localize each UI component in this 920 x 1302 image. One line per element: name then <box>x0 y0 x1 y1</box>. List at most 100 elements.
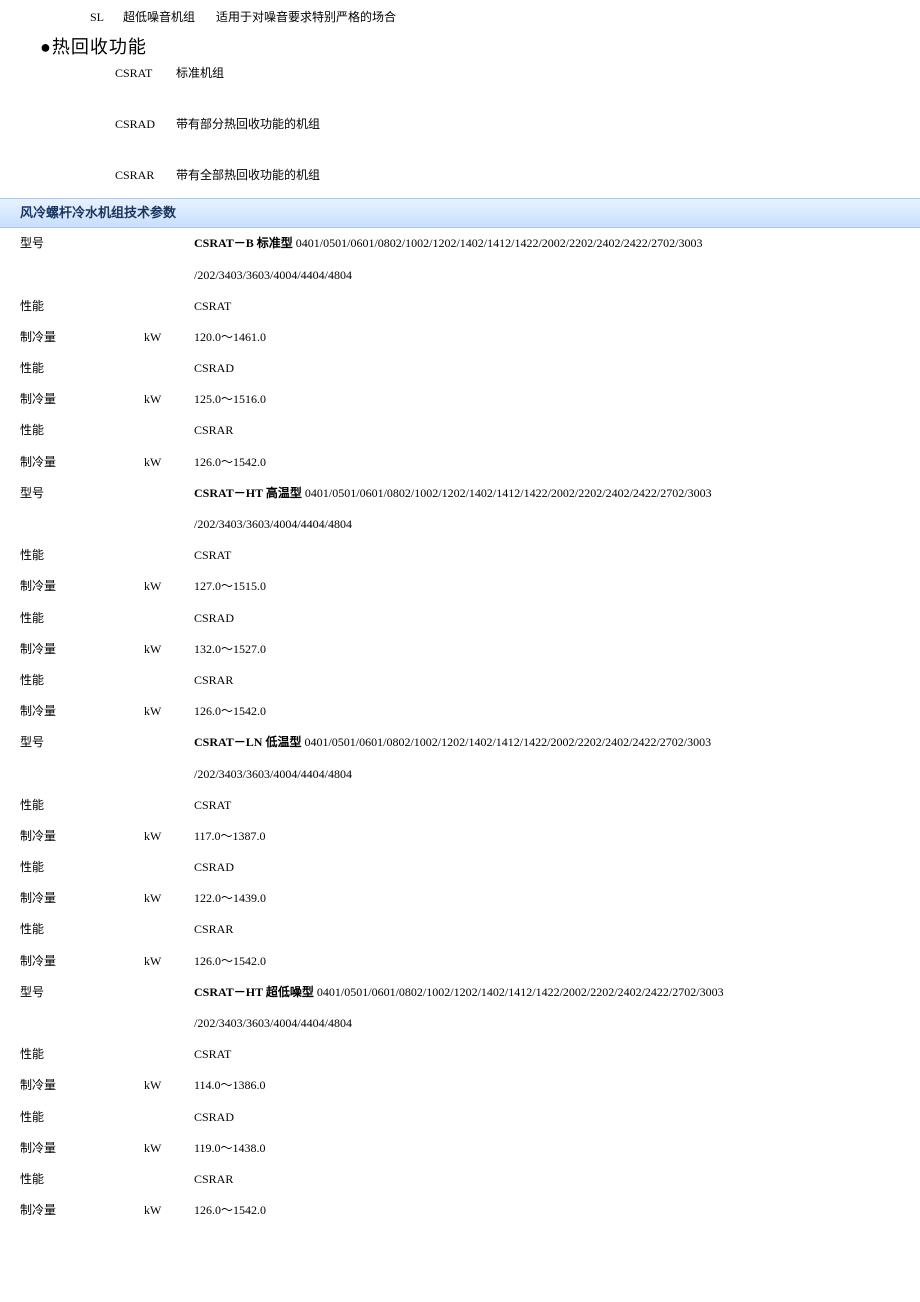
row-unit: kW <box>140 883 190 914</box>
row-value: CSRAR <box>190 665 920 696</box>
row-unit <box>140 291 190 322</box>
row-label: 制冷量 <box>0 634 140 665</box>
row-unit <box>140 665 190 696</box>
recovery-desc: 带有部分热回收功能的机组 <box>176 117 320 131</box>
row-label: 制冷量 <box>0 946 140 977</box>
model-title-line1: CSRAT－LN 低温型 0401/0501/0601/0802/1002/12… <box>190 727 920 758</box>
row-label: 性能 <box>0 353 140 384</box>
model-title-bold: CSRAT－LN 低温型 <box>194 735 301 749</box>
row-label: 性能 <box>0 603 140 634</box>
row-label: 制冷量 <box>0 1070 140 1101</box>
row-value: CSRAD <box>190 353 920 384</box>
row-unit <box>140 415 190 446</box>
row-unit <box>140 603 190 634</box>
row-value: 125.0～1516.0 <box>190 384 920 415</box>
spec-table: 型号 CSRAT－B 标准型 0401/0501/0601/0802/1002/1… <box>0 228 920 1226</box>
row-label: 性能 <box>0 1039 140 1070</box>
unit-cell <box>140 228 190 290</box>
row-unit: kW <box>140 1070 190 1101</box>
row-label: 制冷量 <box>0 447 140 478</box>
model-title-line2: /202/3403/3603/4004/4404/4804 <box>190 759 920 790</box>
model-title-line2: /202/3403/3603/4004/4404/4804 <box>190 509 920 540</box>
row-label: 制冷量 <box>0 384 140 415</box>
row-value: CSRAD <box>190 603 920 634</box>
row-label: 制冷量 <box>0 821 140 852</box>
row-unit: kW <box>140 571 190 602</box>
row-value: 126.0～1542.0 <box>190 696 920 727</box>
row-label: 性能 <box>0 790 140 821</box>
row-value: 120.0～1461.0 <box>190 322 920 353</box>
model-title-line1: CSRAT－B 标准型 0401/0501/0601/0802/1002/120… <box>190 228 920 259</box>
row-unit: kW <box>140 696 190 727</box>
row-label: 性能 <box>0 1164 140 1195</box>
row-label: 性能 <box>0 1102 140 1133</box>
row-value: 119.0～1438.0 <box>190 1133 920 1164</box>
model-title-bold: CSRAT－HT 超低噪型 <box>194 985 314 999</box>
row-unit: kW <box>140 447 190 478</box>
unit-cell <box>140 478 190 540</box>
recovery-desc: 标准机组 <box>176 66 224 80</box>
model-title-line2: /202/3403/3603/4004/4404/4804 <box>190 1008 920 1039</box>
row-value: 126.0～1542.0 <box>190 447 920 478</box>
row-value: 132.0～1527.0 <box>190 634 920 665</box>
heading-text: ●热回收功能 <box>40 37 147 57</box>
row-value: CSRAR <box>190 914 920 945</box>
model-title-line2: /202/3403/3603/4004/4404/4804 <box>190 260 920 291</box>
row-value: CSRAT <box>190 1039 920 1070</box>
row-unit <box>140 1039 190 1070</box>
section-title: 风冷螺杆冷水机组技术参数 <box>20 205 176 220</box>
heat-recovery-heading: ●热回收功能 <box>0 31 920 64</box>
row-label: 制冷量 <box>0 1195 140 1226</box>
row-unit <box>140 790 190 821</box>
top-line: SL 超低噪音机组 适用于对噪音要求特别严格的场合 <box>0 0 920 31</box>
row-value: CSRAT <box>190 291 920 322</box>
row-value: 126.0～1542.0 <box>190 1195 920 1226</box>
row-value: CSRAT <box>190 790 920 821</box>
row-value: CSRAD <box>190 852 920 883</box>
recovery-code: CSRAR <box>115 166 173 185</box>
row-unit: kW <box>140 946 190 977</box>
recovery-item: CSRAD 带有部分热回收功能的机组 <box>115 115 920 134</box>
row-unit: kW <box>140 634 190 665</box>
recovery-desc: 带有全部热回收功能的机组 <box>176 168 320 182</box>
row-unit: kW <box>140 384 190 415</box>
model-suffix: 0401/0501/0601/0802/1002/1202/1402/1412/… <box>314 985 724 999</box>
model-title-line1: CSRAT－HT 超低噪型 0401/0501/0601/0802/1002/1… <box>190 977 920 1008</box>
row-label: 性能 <box>0 665 140 696</box>
row-value: CSRAR <box>190 1164 920 1195</box>
row-value: 126.0～1542.0 <box>190 946 920 977</box>
row-label: 制冷量 <box>0 322 140 353</box>
row-unit <box>140 914 190 945</box>
row-label: 制冷量 <box>0 696 140 727</box>
row-label: 性能 <box>0 415 140 446</box>
row-unit: kW <box>140 1133 190 1164</box>
top-label: 超低噪音机组 <box>123 8 213 27</box>
unit-cell <box>140 727 190 789</box>
recovery-code: CSRAT <box>115 64 173 83</box>
unit-cell <box>140 977 190 1039</box>
row-label: 性能 <box>0 540 140 571</box>
row-label: 制冷量 <box>0 883 140 914</box>
row-value: 114.0～1386.0 <box>190 1070 920 1101</box>
label-model: 型号 <box>0 228 140 290</box>
row-label: 性能 <box>0 914 140 945</box>
recovery-item: CSRAR 带有全部热回收功能的机组 <box>115 166 920 185</box>
top-code: SL <box>90 8 120 27</box>
model-title-line1: CSRAT－HT 高温型 0401/0501/0601/0802/1002/12… <box>190 478 920 509</box>
section-bar: 风冷螺杆冷水机组技术参数 <box>0 198 920 229</box>
row-label: 制冷量 <box>0 571 140 602</box>
model-suffix: 0401/0501/0601/0802/1002/1202/1402/1412/… <box>293 236 703 250</box>
row-value: 122.0～1439.0 <box>190 883 920 914</box>
row-label: 制冷量 <box>0 1133 140 1164</box>
row-value: CSRAT <box>190 540 920 571</box>
row-label: 性能 <box>0 291 140 322</box>
row-label: 性能 <box>0 852 140 883</box>
recovery-item: CSRAT 标准机组 <box>115 64 920 83</box>
row-unit <box>140 540 190 571</box>
recovery-list: CSRAT 标准机组 CSRAD 带有部分热回收功能的机组 CSRAR 带有全部… <box>0 64 920 186</box>
model-suffix: 0401/0501/0601/0802/1002/1202/1402/1412/… <box>301 735 711 749</box>
model-suffix: 0401/0501/0601/0802/1002/1202/1402/1412/… <box>302 486 712 500</box>
row-unit: kW <box>140 821 190 852</box>
model-title-bold: CSRAT－HT 高温型 <box>194 486 302 500</box>
label-model: 型号 <box>0 977 140 1039</box>
